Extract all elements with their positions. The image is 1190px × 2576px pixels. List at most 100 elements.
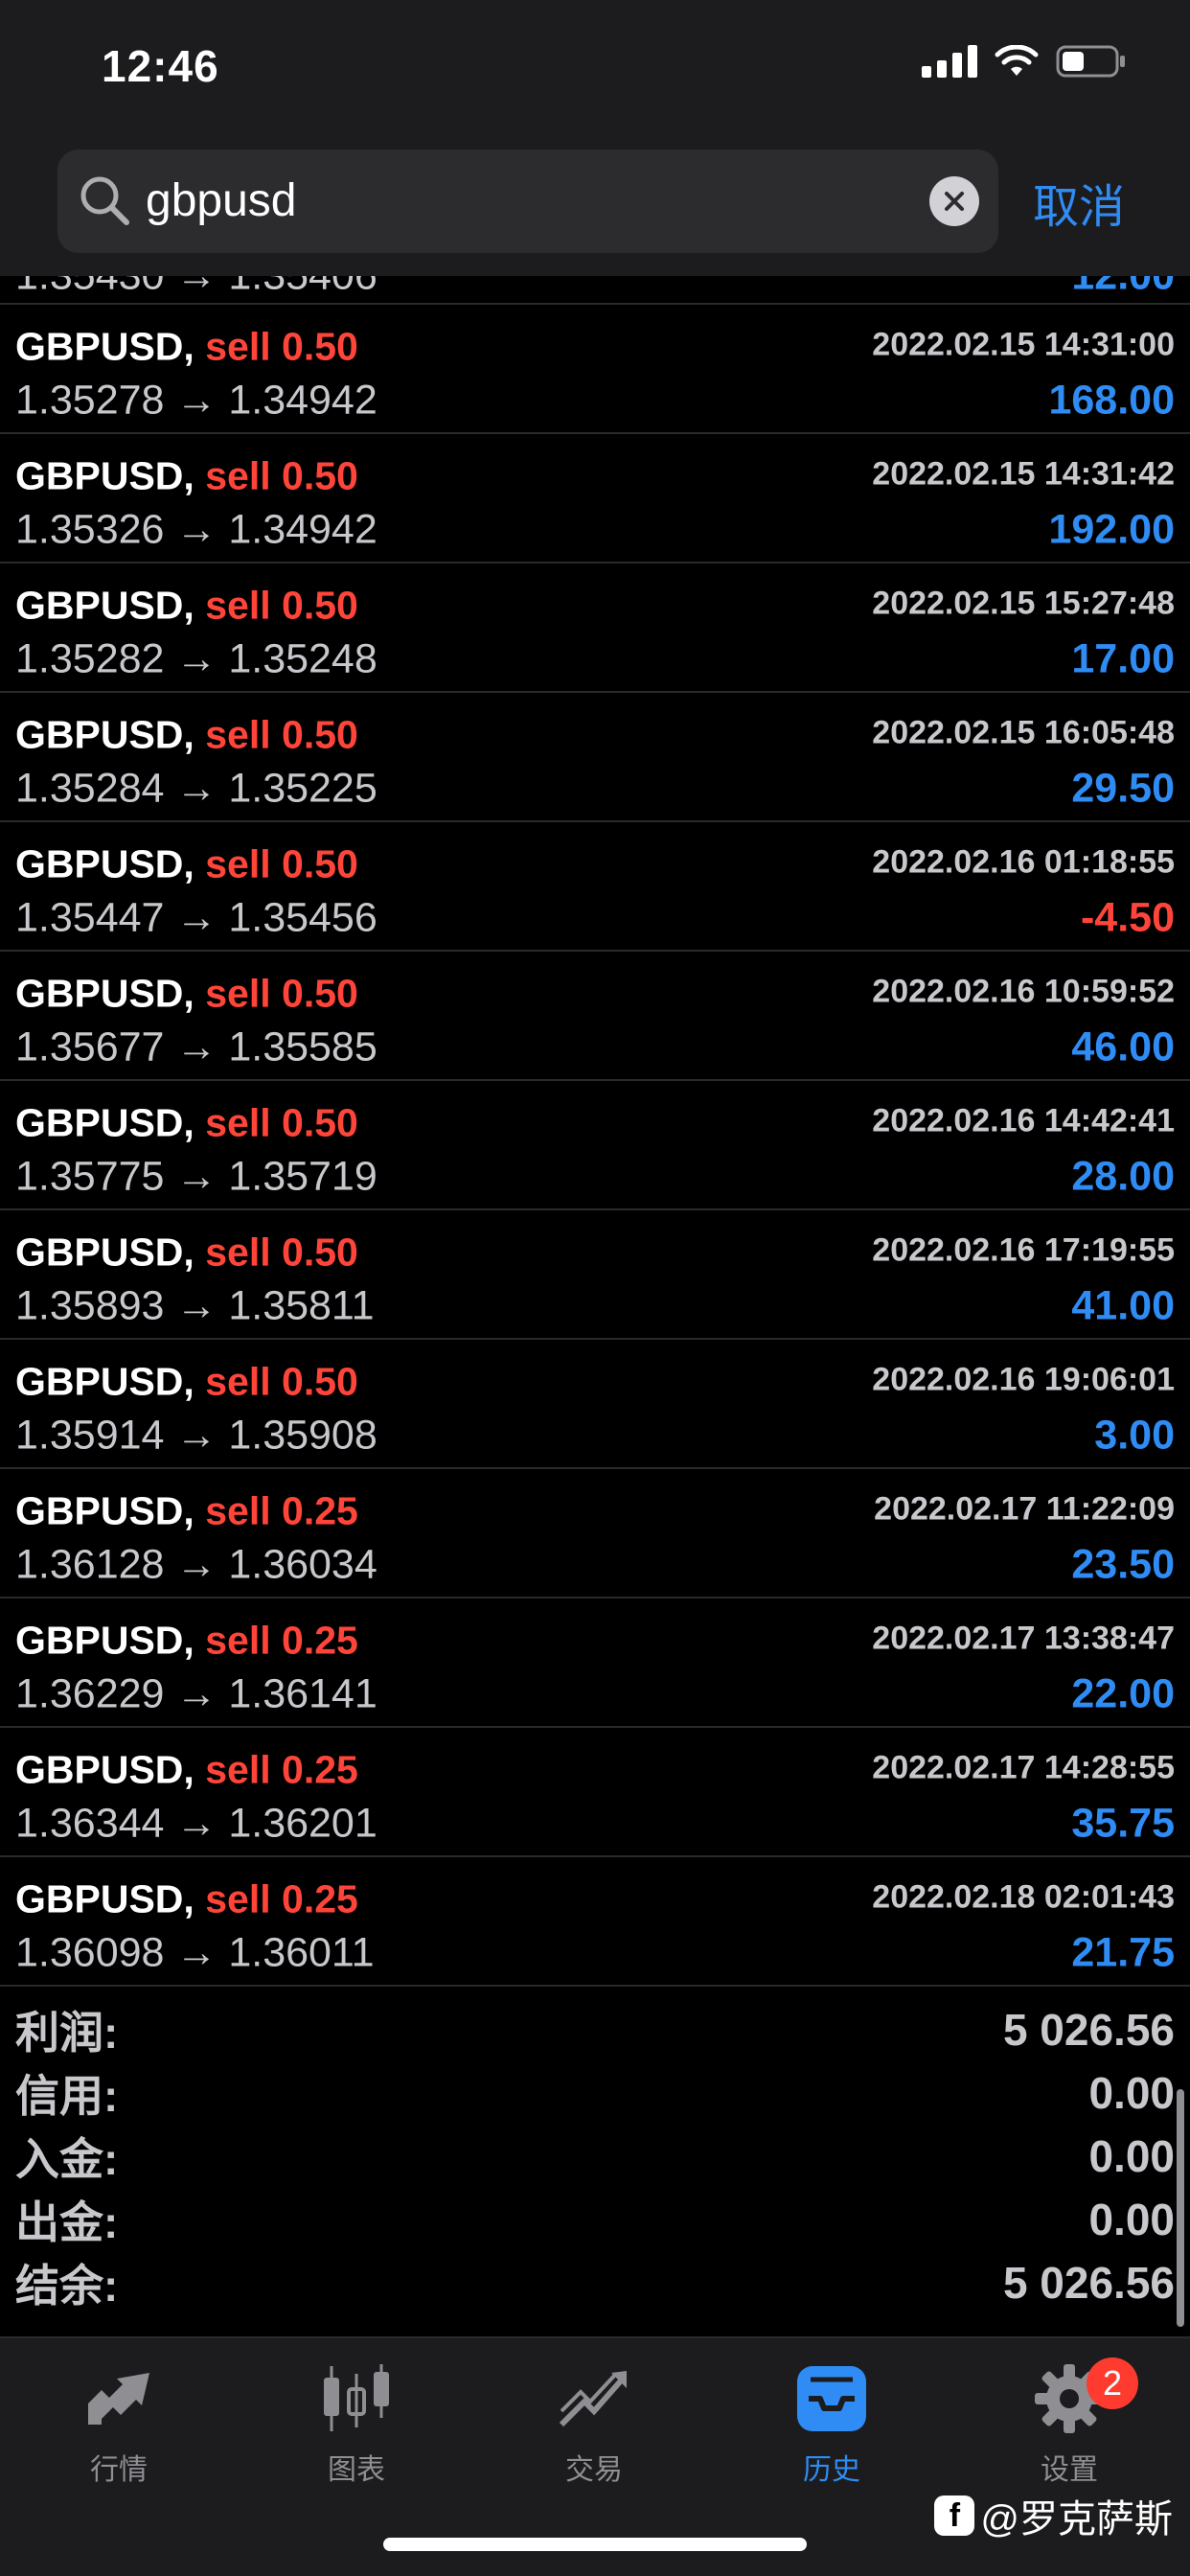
trade-volume: 0.25: [282, 1876, 358, 1921]
table-row[interactable]: GBPUSD, sell 0.50 2022.02.16 14:42:41 1.35…: [0, 1081, 1190, 1210]
trade-volume: 0.50: [282, 712, 358, 757]
trade-side: sell: [205, 1230, 271, 1275]
trade-history-list[interactable]: 1.35430 → 1.35406 12.00 GBPUSD, sell 0.5…: [0, 276, 1190, 1987]
trade-prices: 1.36128 → 1.36034: [15, 1541, 378, 1588]
trade-volume: 0.50: [282, 1100, 358, 1145]
trade-prices: 1.35282 → 1.35248: [15, 635, 378, 682]
trade-profit: 12.00: [1071, 276, 1175, 300]
table-row[interactable]: GBPUSD, sell 0.50 2022.02.15 14:31:42 1.35…: [0, 434, 1190, 564]
trade-side: sell: [205, 1747, 271, 1792]
trade-side: sell: [205, 1359, 271, 1404]
search-box[interactable]: [57, 150, 998, 253]
tab-charts[interactable]: 图表: [238, 2356, 475, 2499]
notification-badge: 2: [1087, 2358, 1138, 2409]
search-input[interactable]: [146, 150, 874, 253]
trade-symbol-line: GBPUSD, sell 0.50: [15, 713, 358, 758]
trade-profit: 23.50: [1071, 1541, 1175, 1588]
trade-profit: 168.00: [1048, 377, 1175, 424]
facebook-icon: f: [934, 2496, 975, 2536]
table-row[interactable]: GBPUSD, sell 0.25 2022.02.17 13:38:47 1.36…: [0, 1598, 1190, 1728]
trade-symbol: GBPUSD,: [15, 1618, 195, 1663]
trade-symbol-line: GBPUSD, sell 0.50: [15, 454, 358, 499]
trade-symbol-line: GBPUSD, sell 0.50: [15, 1101, 358, 1146]
table-row[interactable]: GBPUSD, sell 0.50 2022.02.15 15:27:48 1.35…: [0, 564, 1190, 693]
trade-volume: 0.50: [282, 453, 358, 498]
tab-label: 行情: [90, 2454, 148, 2486]
cellular-signal-icon: [922, 45, 977, 78]
tab-trade[interactable]: 交易: [475, 2356, 713, 2499]
trade-profit: -4.50: [1080, 894, 1175, 941]
cancel-button[interactable]: 取消: [1033, 169, 1125, 236]
battery-icon: [1056, 44, 1127, 79]
table-row[interactable]: GBPUSD, sell 0.50 2022.02.16 19:06:01 1.35…: [0, 1340, 1190, 1469]
trade-prices: 1.35278 → 1.34942: [15, 377, 378, 424]
scroll-indicator[interactable]: [1177, 2089, 1184, 2327]
tab-label: 图表: [328, 2454, 385, 2486]
table-row[interactable]: GBPUSD, sell 0.25 2022.02.17 11:22:09 1.36…: [0, 1469, 1190, 1598]
trade-prices: 1.35914 → 1.35908: [15, 1412, 378, 1459]
trade-symbol-line: GBPUSD, sell 0.50: [15, 1230, 358, 1276]
trade-symbol: GBPUSD,: [15, 583, 195, 628]
trade-symbol-line: GBPUSD, sell 0.25: [15, 1877, 358, 1922]
tab-label: 设置: [1041, 2454, 1098, 2486]
summary-row: 出金: 0.00: [0, 2188, 1190, 2251]
table-row[interactable]: 1.35430 → 1.35406 12.00: [0, 276, 1190, 305]
watermark: f @罗克萨斯: [934, 2488, 1173, 2543]
trade-volume: 0.25: [282, 1747, 358, 1792]
watermark-text: @罗克萨斯: [980, 2498, 1173, 2541]
trade-symbol-line: GBPUSD, sell 0.25: [15, 1748, 358, 1793]
tab-settings[interactable]: 设置 2: [950, 2356, 1188, 2499]
tab-quotes[interactable]: 行情: [0, 2356, 238, 2499]
summary-label: 入金:: [15, 2134, 119, 2184]
trade-profit: 46.00: [1071, 1024, 1175, 1070]
table-row[interactable]: GBPUSD, sell 0.50 2022.02.15 16:05:48 1.35…: [0, 693, 1190, 822]
candlestick-chart-icon: [318, 2356, 395, 2442]
clear-search-button[interactable]: [929, 176, 979, 226]
table-row[interactable]: GBPUSD, sell 0.50 2022.02.15 14:31:00 1.35…: [0, 305, 1190, 434]
status-time: 12:46: [102, 41, 219, 91]
trade-profit: 29.50: [1071, 765, 1175, 812]
trade-profit: 192.00: [1048, 506, 1175, 553]
search-header: 取消: [0, 134, 1190, 276]
summary-value: 5 026.56: [1002, 2005, 1175, 2055]
tab-history[interactable]: 历史: [713, 2356, 950, 2499]
quotes-arrows-icon: [80, 2356, 157, 2442]
table-row[interactable]: GBPUSD, sell 0.25 2022.02.17 14:28:55 1.36…: [0, 1728, 1190, 1857]
trade-symbol-line: GBPUSD, sell 0.50: [15, 325, 358, 370]
trade-chart-icon: [556, 2356, 632, 2442]
trade-volume: 0.25: [282, 1488, 358, 1533]
trade-side: sell: [205, 1100, 271, 1145]
home-indicator[interactable]: [383, 2538, 807, 2551]
trade-prices: 1.35775 → 1.35719: [15, 1153, 378, 1200]
trade-volume: 0.50: [282, 1359, 358, 1404]
search-icon: [79, 174, 132, 233]
summary-row: 信用: 0.00: [0, 2061, 1190, 2125]
table-row[interactable]: GBPUSD, sell 0.50 2022.02.16 01:18:55 1.35…: [0, 822, 1190, 952]
trade-profit: 22.00: [1071, 1670, 1175, 1717]
table-row[interactable]: GBPUSD, sell 0.50 2022.02.16 17:19:55 1.35…: [0, 1210, 1190, 1340]
trade-prices: 1.36344 → 1.36201: [15, 1800, 378, 1847]
trade-prices: 1.36229 → 1.36141: [15, 1670, 378, 1717]
trade-side: sell: [205, 712, 271, 757]
trade-side: sell: [205, 1488, 271, 1533]
summary-value: 0.00: [1088, 2131, 1175, 2181]
trade-profit: 41.00: [1071, 1282, 1175, 1329]
tab-label: 交易: [565, 2454, 623, 2486]
trade-side: sell: [205, 1618, 271, 1663]
trade-datetime: 2022.02.15 14:31:42: [872, 455, 1175, 493]
trade-symbol: GBPUSD,: [15, 841, 195, 886]
status-icons: [922, 44, 1127, 79]
trade-datetime: 2022.02.16 01:18:55: [872, 843, 1175, 881]
summary-label: 信用:: [15, 2071, 119, 2121]
trade-datetime: 2022.02.18 02:01:43: [872, 1878, 1175, 1916]
wifi-icon: [995, 45, 1039, 78]
trade-datetime: 2022.02.16 17:19:55: [872, 1231, 1175, 1269]
summary-label: 出金:: [15, 2197, 119, 2247]
trade-side: sell: [205, 841, 271, 886]
table-row[interactable]: GBPUSD, sell 0.25 2022.02.18 02:01:43 1.36…: [0, 1857, 1190, 1987]
table-row[interactable]: GBPUSD, sell 0.50 2022.02.16 10:59:52 1.35…: [0, 952, 1190, 1081]
summary-row: 利润: 5 026.56: [0, 1998, 1190, 2061]
trade-volume: 0.50: [282, 1230, 358, 1275]
trade-symbol-line: GBPUSD, sell 0.50: [15, 842, 358, 887]
trade-symbol: GBPUSD,: [15, 324, 195, 369]
